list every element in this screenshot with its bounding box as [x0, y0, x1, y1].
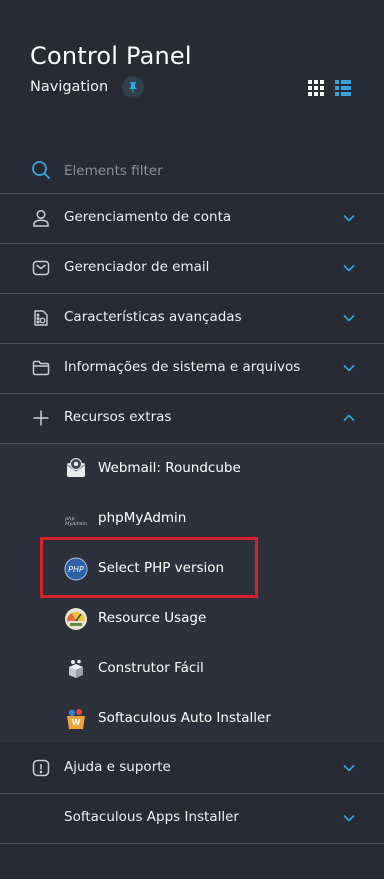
plus-icon	[31, 408, 51, 428]
navigation-label: Navigation	[30, 79, 109, 95]
svg-text:MyAdmin: MyAdmin	[64, 521, 87, 527]
phpmyadmin-icon: php MyAdmin	[64, 516, 87, 527]
advanced-settings-icon	[31, 308, 51, 328]
elements-filter	[0, 150, 384, 193]
navigation-header: Navigation	[30, 76, 145, 98]
softaculous-icon: W	[67, 709, 85, 729]
svg-text:W: W	[72, 718, 81, 727]
menu-item-label: Gerenciador de email	[64, 259, 210, 275]
menu-item-label: Informações de sistema e arquivos	[64, 359, 301, 375]
submenu-item-label: Construtor Fácil	[98, 660, 204, 676]
pin-icon[interactable]	[122, 76, 145, 98]
highlight-box	[40, 537, 258, 598]
menu-item-advanced-features[interactable]: Características avançadas	[0, 294, 384, 343]
submenu-item-label: Resource Usage	[98, 610, 207, 626]
submenu-item-webmail-roundcube[interactable]: Webmail: Roundcube	[0, 444, 384, 494]
chevron-down-icon	[343, 814, 355, 822]
elements-filter-input[interactable]	[64, 160, 344, 182]
divider	[0, 843, 384, 844]
envelope-icon	[31, 258, 51, 278]
view-toggle	[307, 79, 351, 96]
chevron-down-icon	[343, 214, 355, 222]
alert-icon	[31, 758, 51, 778]
menu-item-account-management[interactable]: Gerenciamento de conta	[0, 194, 384, 243]
folder-icon	[31, 358, 51, 378]
chevron-down-icon	[343, 764, 355, 772]
grid-view-icon[interactable]	[307, 79, 324, 96]
menu-item-system-info-files[interactable]: Informações de sistema e arquivos	[0, 344, 384, 393]
submenu-item-label: Softaculous Auto Installer	[98, 710, 271, 726]
menu-item-extra-resources[interactable]: Recursos extras	[0, 394, 384, 443]
search-icon	[31, 160, 51, 184]
menu-item-label: Ajuda e suporte	[64, 759, 171, 775]
submenu-item-label: phpMyAdmin	[98, 510, 187, 526]
menu-item-label: Gerenciamento de conta	[64, 209, 232, 225]
submenu-item-site-builder[interactable]: Construtor Fácil	[0, 644, 384, 694]
chevron-down-icon	[343, 314, 355, 322]
resource-usage-icon	[65, 608, 87, 630]
submenu-item-resource-usage[interactable]: Resource Usage	[0, 594, 384, 644]
menu-item-label: Softaculous Apps Installer	[64, 809, 239, 825]
submenu-item-softaculous-auto-installer[interactable]: W Softaculous Auto Installer	[0, 694, 384, 744]
chevron-up-icon	[343, 414, 355, 422]
site-builder-icon	[69, 659, 83, 678]
chevron-down-icon	[343, 364, 355, 372]
chevron-down-icon	[343, 264, 355, 272]
menu-item-label: Características avançadas	[64, 309, 242, 325]
menu-item-label: Recursos extras	[64, 409, 172, 425]
menu-item-email-manager[interactable]: Gerenciador de email	[0, 244, 384, 293]
menu-item-help-support[interactable]: Ajuda e suporte	[0, 744, 384, 793]
submenu-item-label: Webmail: Roundcube	[98, 460, 241, 476]
user-icon	[31, 208, 51, 228]
menu-item-softaculous-apps-installer[interactable]: Softaculous Apps Installer	[0, 794, 384, 843]
list-view-icon[interactable]	[334, 79, 351, 96]
roundcube-icon	[66, 458, 86, 477]
page-title: Control Panel	[30, 42, 192, 70]
